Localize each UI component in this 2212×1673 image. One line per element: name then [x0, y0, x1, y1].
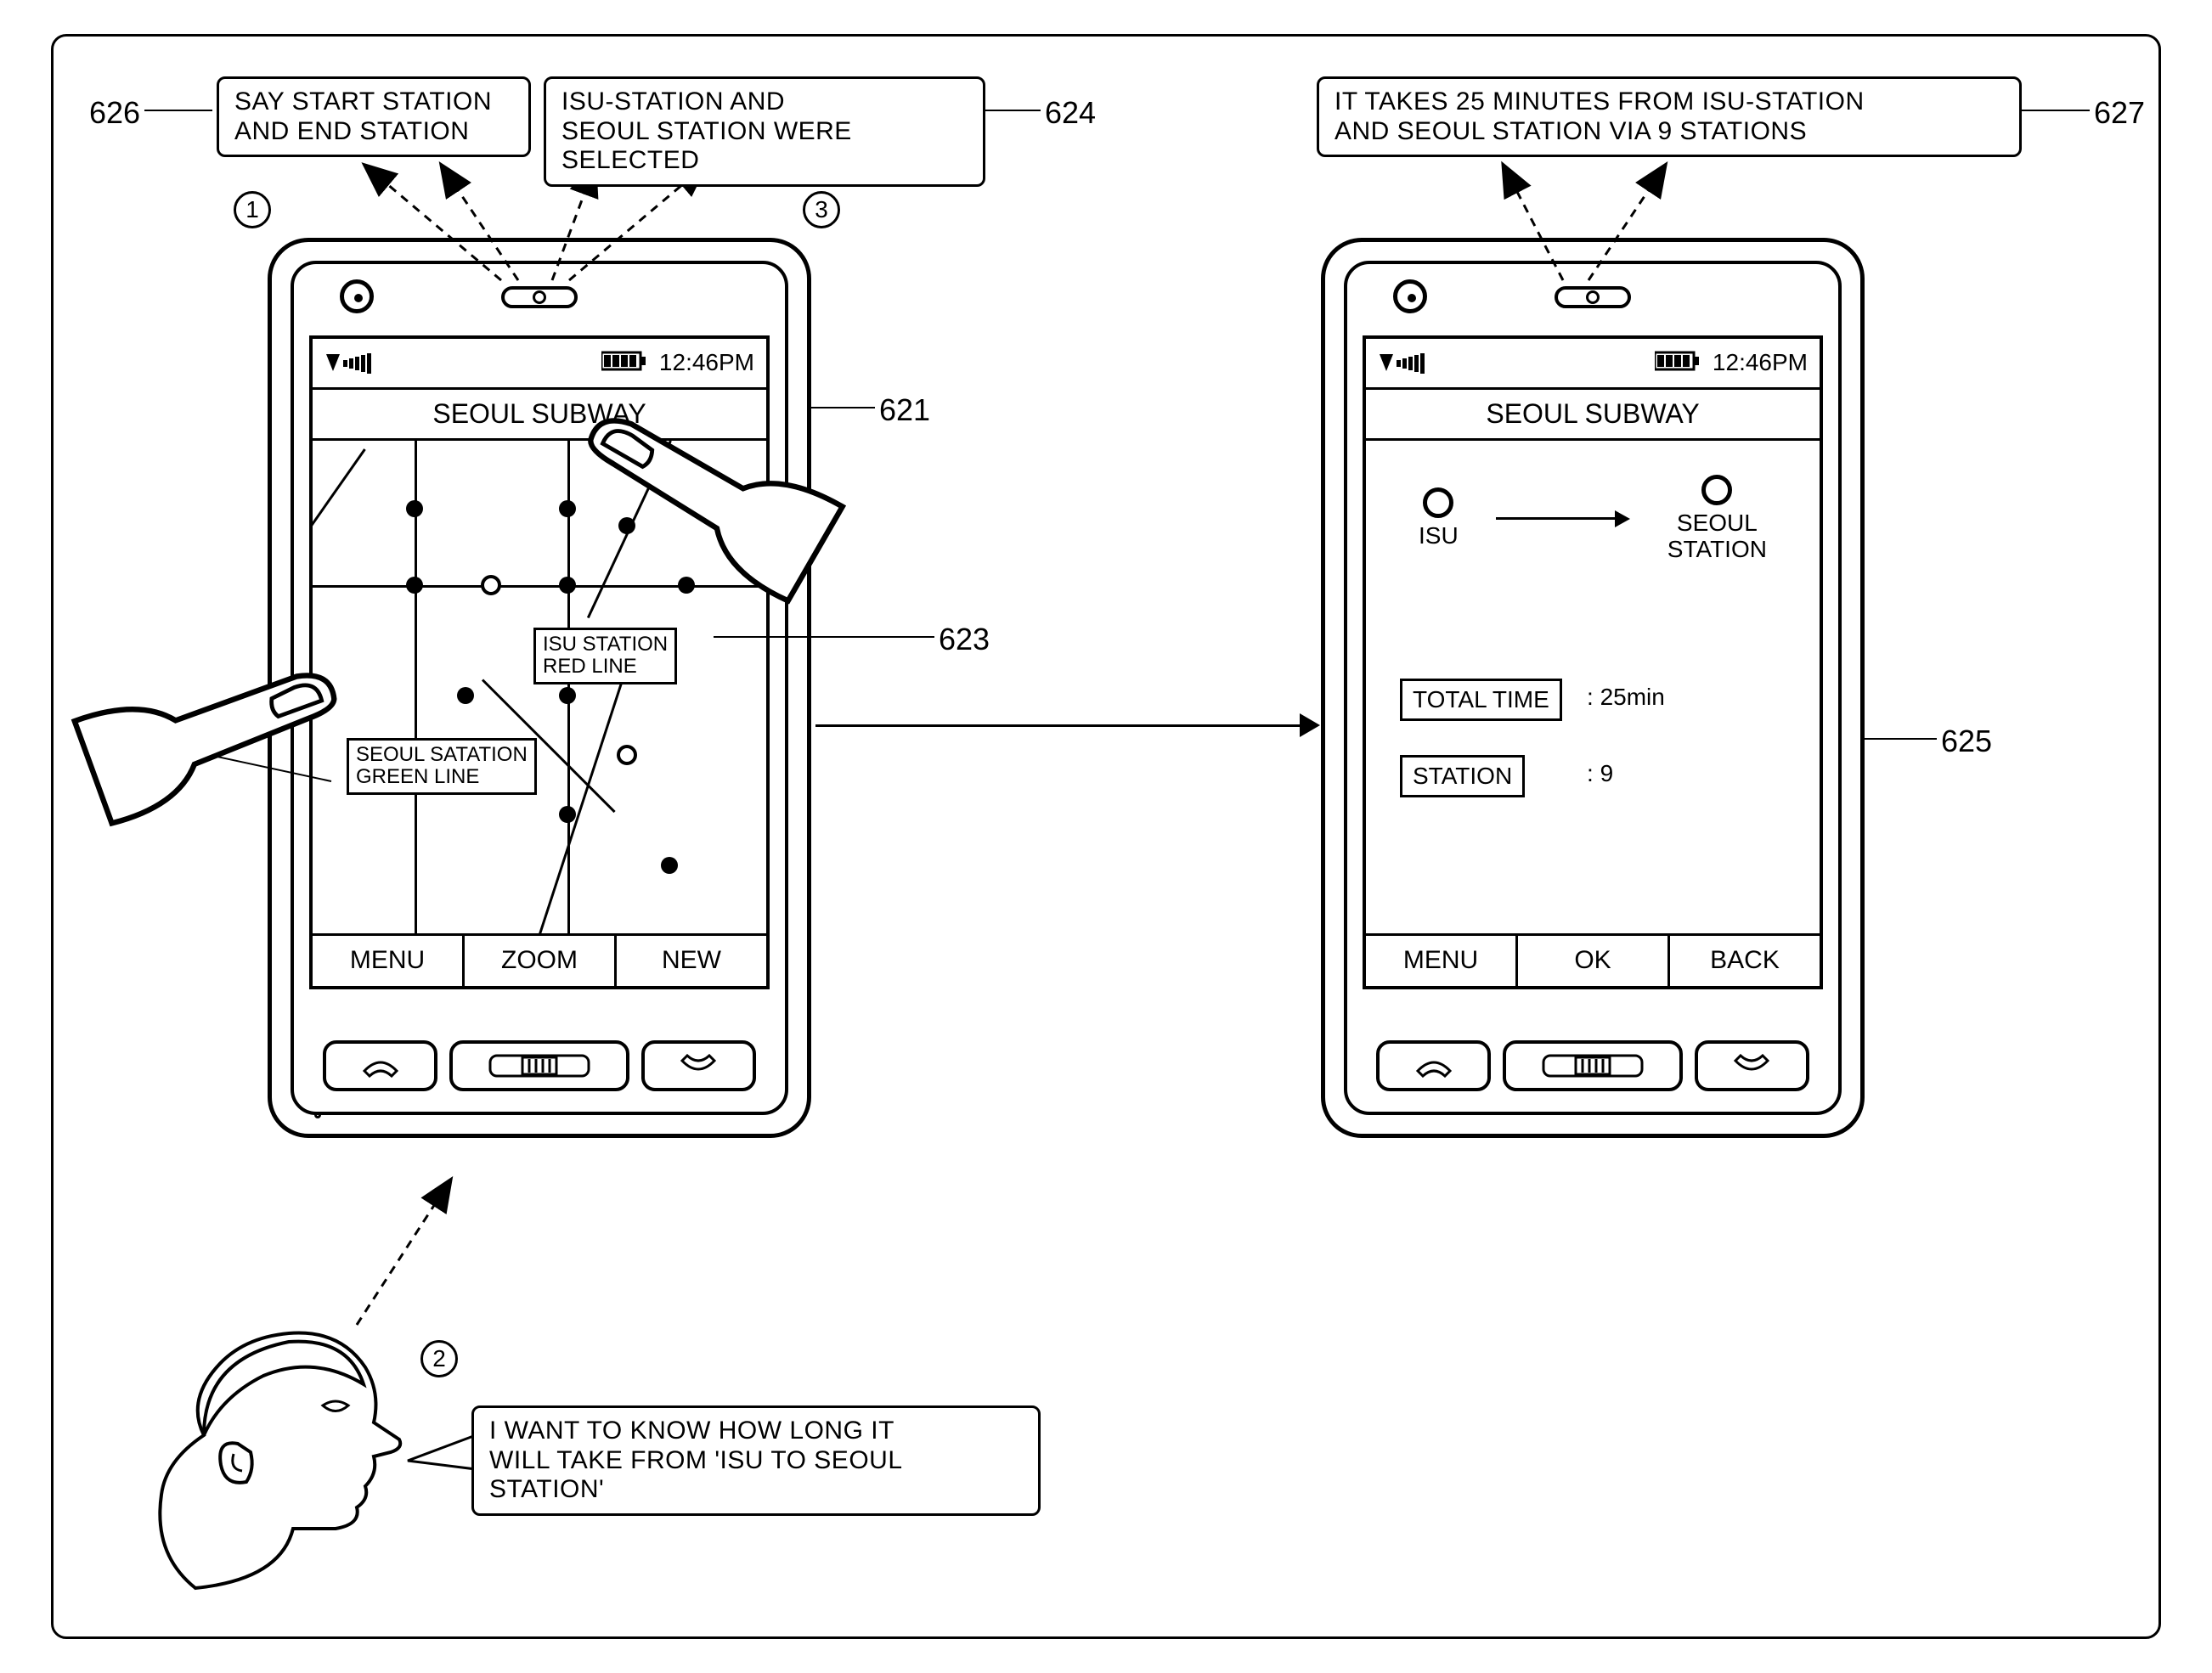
softkey-menu[interactable]: MENU [1366, 936, 1518, 986]
softkey-back[interactable]: BACK [1670, 936, 1820, 986]
station-count-value: : 9 [1587, 760, 1613, 787]
step-2-icon: 2 [420, 1340, 458, 1377]
status-right: 12:46PM [1655, 349, 1808, 378]
status-bar: 12:46PM [313, 339, 766, 390]
step-1-icon: 1 [234, 191, 271, 228]
ref-621: 621 [879, 392, 930, 428]
route-to-label-l1: SEOUL [1667, 510, 1767, 537]
earpiece-icon [1555, 286, 1631, 308]
phone-right: 12:46PM SEOUL SUBWAY ISU SEOUL STATION T [1321, 238, 1865, 1138]
step-2-num: 2 [432, 1345, 446, 1372]
route-result: ISU SEOUL STATION TOTAL TIME : 25min STA… [1366, 441, 1820, 933]
total-time-value: : 25min [1587, 684, 1665, 711]
station-count-value-text: 9 [1600, 760, 1614, 786]
map-label-seoul: SEOUL SATATION GREEN LINE [347, 738, 537, 795]
map-label-isu: ISU STATION RED LINE [533, 628, 677, 684]
mic-hole-icon [314, 1112, 321, 1118]
step-1-num: 1 [245, 196, 259, 223]
ref-623: 623 [939, 622, 990, 657]
screen-right[interactable]: 12:46PM SEOUL SUBWAY ISU SEOUL STATION T [1363, 335, 1823, 989]
phone-down-icon [679, 1054, 718, 1078]
camera-icon [340, 279, 374, 313]
hardware-buttons [1376, 1040, 1809, 1091]
softkey-new[interactable]: NEW [617, 936, 766, 986]
callout-result-text: IT TAKES 25 MINUTES FROM ISU-STATION AND… [1335, 87, 1865, 145]
step-3-icon: 3 [803, 191, 840, 228]
total-time-box: TOTAL TIME [1400, 679, 1562, 721]
call-button[interactable] [1376, 1040, 1491, 1091]
slider-icon [488, 1051, 590, 1081]
home-slider[interactable] [449, 1040, 629, 1091]
callout-prompt-text: SAY START STATION AND END STATION [234, 87, 492, 145]
slider-icon [1542, 1051, 1644, 1081]
map-label-seoul-l2: GREEN LINE [356, 766, 528, 788]
callout-prompt: SAY START STATION AND END STATION [217, 76, 531, 157]
map-label-seoul-l1: SEOUL SATATION [356, 744, 528, 766]
route-from-label: ISU [1419, 523, 1459, 549]
station-count-box: STATION [1400, 755, 1525, 797]
callout-user-query: I WANT TO KNOW HOW LONG IT WILL TAKE FRO… [471, 1405, 1041, 1516]
route-from: ISU [1419, 487, 1459, 549]
map-node[interactable] [457, 687, 474, 704]
map-node-open[interactable] [481, 575, 501, 595]
app-title: SEOUL SUBWAY [1366, 390, 1820, 441]
signal-icon [324, 352, 371, 375]
route-arrow-icon [1496, 510, 1630, 527]
phone-left: 12:46PM SEOUL SUBWAY [268, 238, 811, 1138]
route-to: SEOUL STATION [1667, 475, 1767, 563]
station-count-label: STATION [1413, 763, 1512, 789]
total-time-label: TOTAL TIME [1413, 686, 1549, 713]
home-slider[interactable] [1503, 1040, 1683, 1091]
map-node[interactable] [406, 577, 423, 594]
app-title-text: SEOUL SUBWAY [1486, 398, 1699, 429]
station-ring-icon [1701, 475, 1732, 505]
user-head-icon [144, 1274, 425, 1597]
ref-627: 627 [2094, 95, 2145, 131]
map-node[interactable] [661, 857, 678, 874]
earpiece-icon [501, 286, 578, 308]
battery-icon [1655, 350, 1701, 377]
callout-confirmation: ISU-STATION AND SEOUL STATION WERE SELEC… [544, 76, 985, 187]
step-3-num: 3 [815, 196, 828, 223]
camera-icon [1393, 279, 1427, 313]
softkey-ok[interactable]: OK [1518, 936, 1670, 986]
signal-icon [1378, 352, 1425, 375]
phone-down-icon [1732, 1054, 1771, 1078]
ref-626: 626 [89, 95, 140, 131]
map-node[interactable] [559, 577, 576, 594]
map-node[interactable] [678, 577, 695, 594]
softkey-zoom[interactable]: ZOOM [465, 936, 617, 986]
call-button[interactable] [323, 1040, 437, 1091]
end-button[interactable] [641, 1040, 756, 1091]
softkey-bar: MENU ZOOM NEW [313, 933, 766, 986]
status-bar: 12:46PM [1366, 339, 1820, 390]
map-node[interactable] [406, 500, 423, 517]
callout-result: IT TAKES 25 MINUTES FROM ISU-STATION AND… [1317, 76, 2022, 157]
softkey-menu[interactable]: MENU [313, 936, 465, 986]
map-label-isu-l2: RED LINE [543, 656, 668, 678]
total-time-value-text: 25min [1600, 684, 1665, 710]
route-diagram: ISU SEOUL STATION [1400, 475, 1786, 563]
clock-text: 12:46PM [659, 349, 754, 375]
station-ring-icon [1423, 487, 1453, 518]
phone-up-icon [361, 1054, 400, 1078]
callout-confirmation-text: ISU-STATION AND SEOUL STATION WERE SELEC… [561, 87, 852, 174]
route-to-label-l2: STATION [1667, 537, 1767, 563]
phone-up-icon [1414, 1054, 1453, 1078]
transition-arrow-icon [815, 713, 1320, 737]
hardware-buttons [323, 1040, 756, 1091]
map-node-open[interactable] [617, 745, 637, 765]
ref-625: 625 [1941, 724, 1992, 759]
map-node[interactable] [559, 806, 576, 823]
clock-text: 12:46PM [1713, 349, 1808, 375]
ref-624: 624 [1045, 95, 1096, 131]
softkey-bar: MENU OK BACK [1366, 933, 1820, 986]
map-label-isu-l1: ISU STATION [543, 634, 668, 656]
map-node[interactable] [559, 687, 576, 704]
callout-user-query-text: I WANT TO KNOW HOW LONG IT WILL TAKE FRO… [489, 1417, 901, 1503]
end-button[interactable] [1695, 1040, 1809, 1091]
